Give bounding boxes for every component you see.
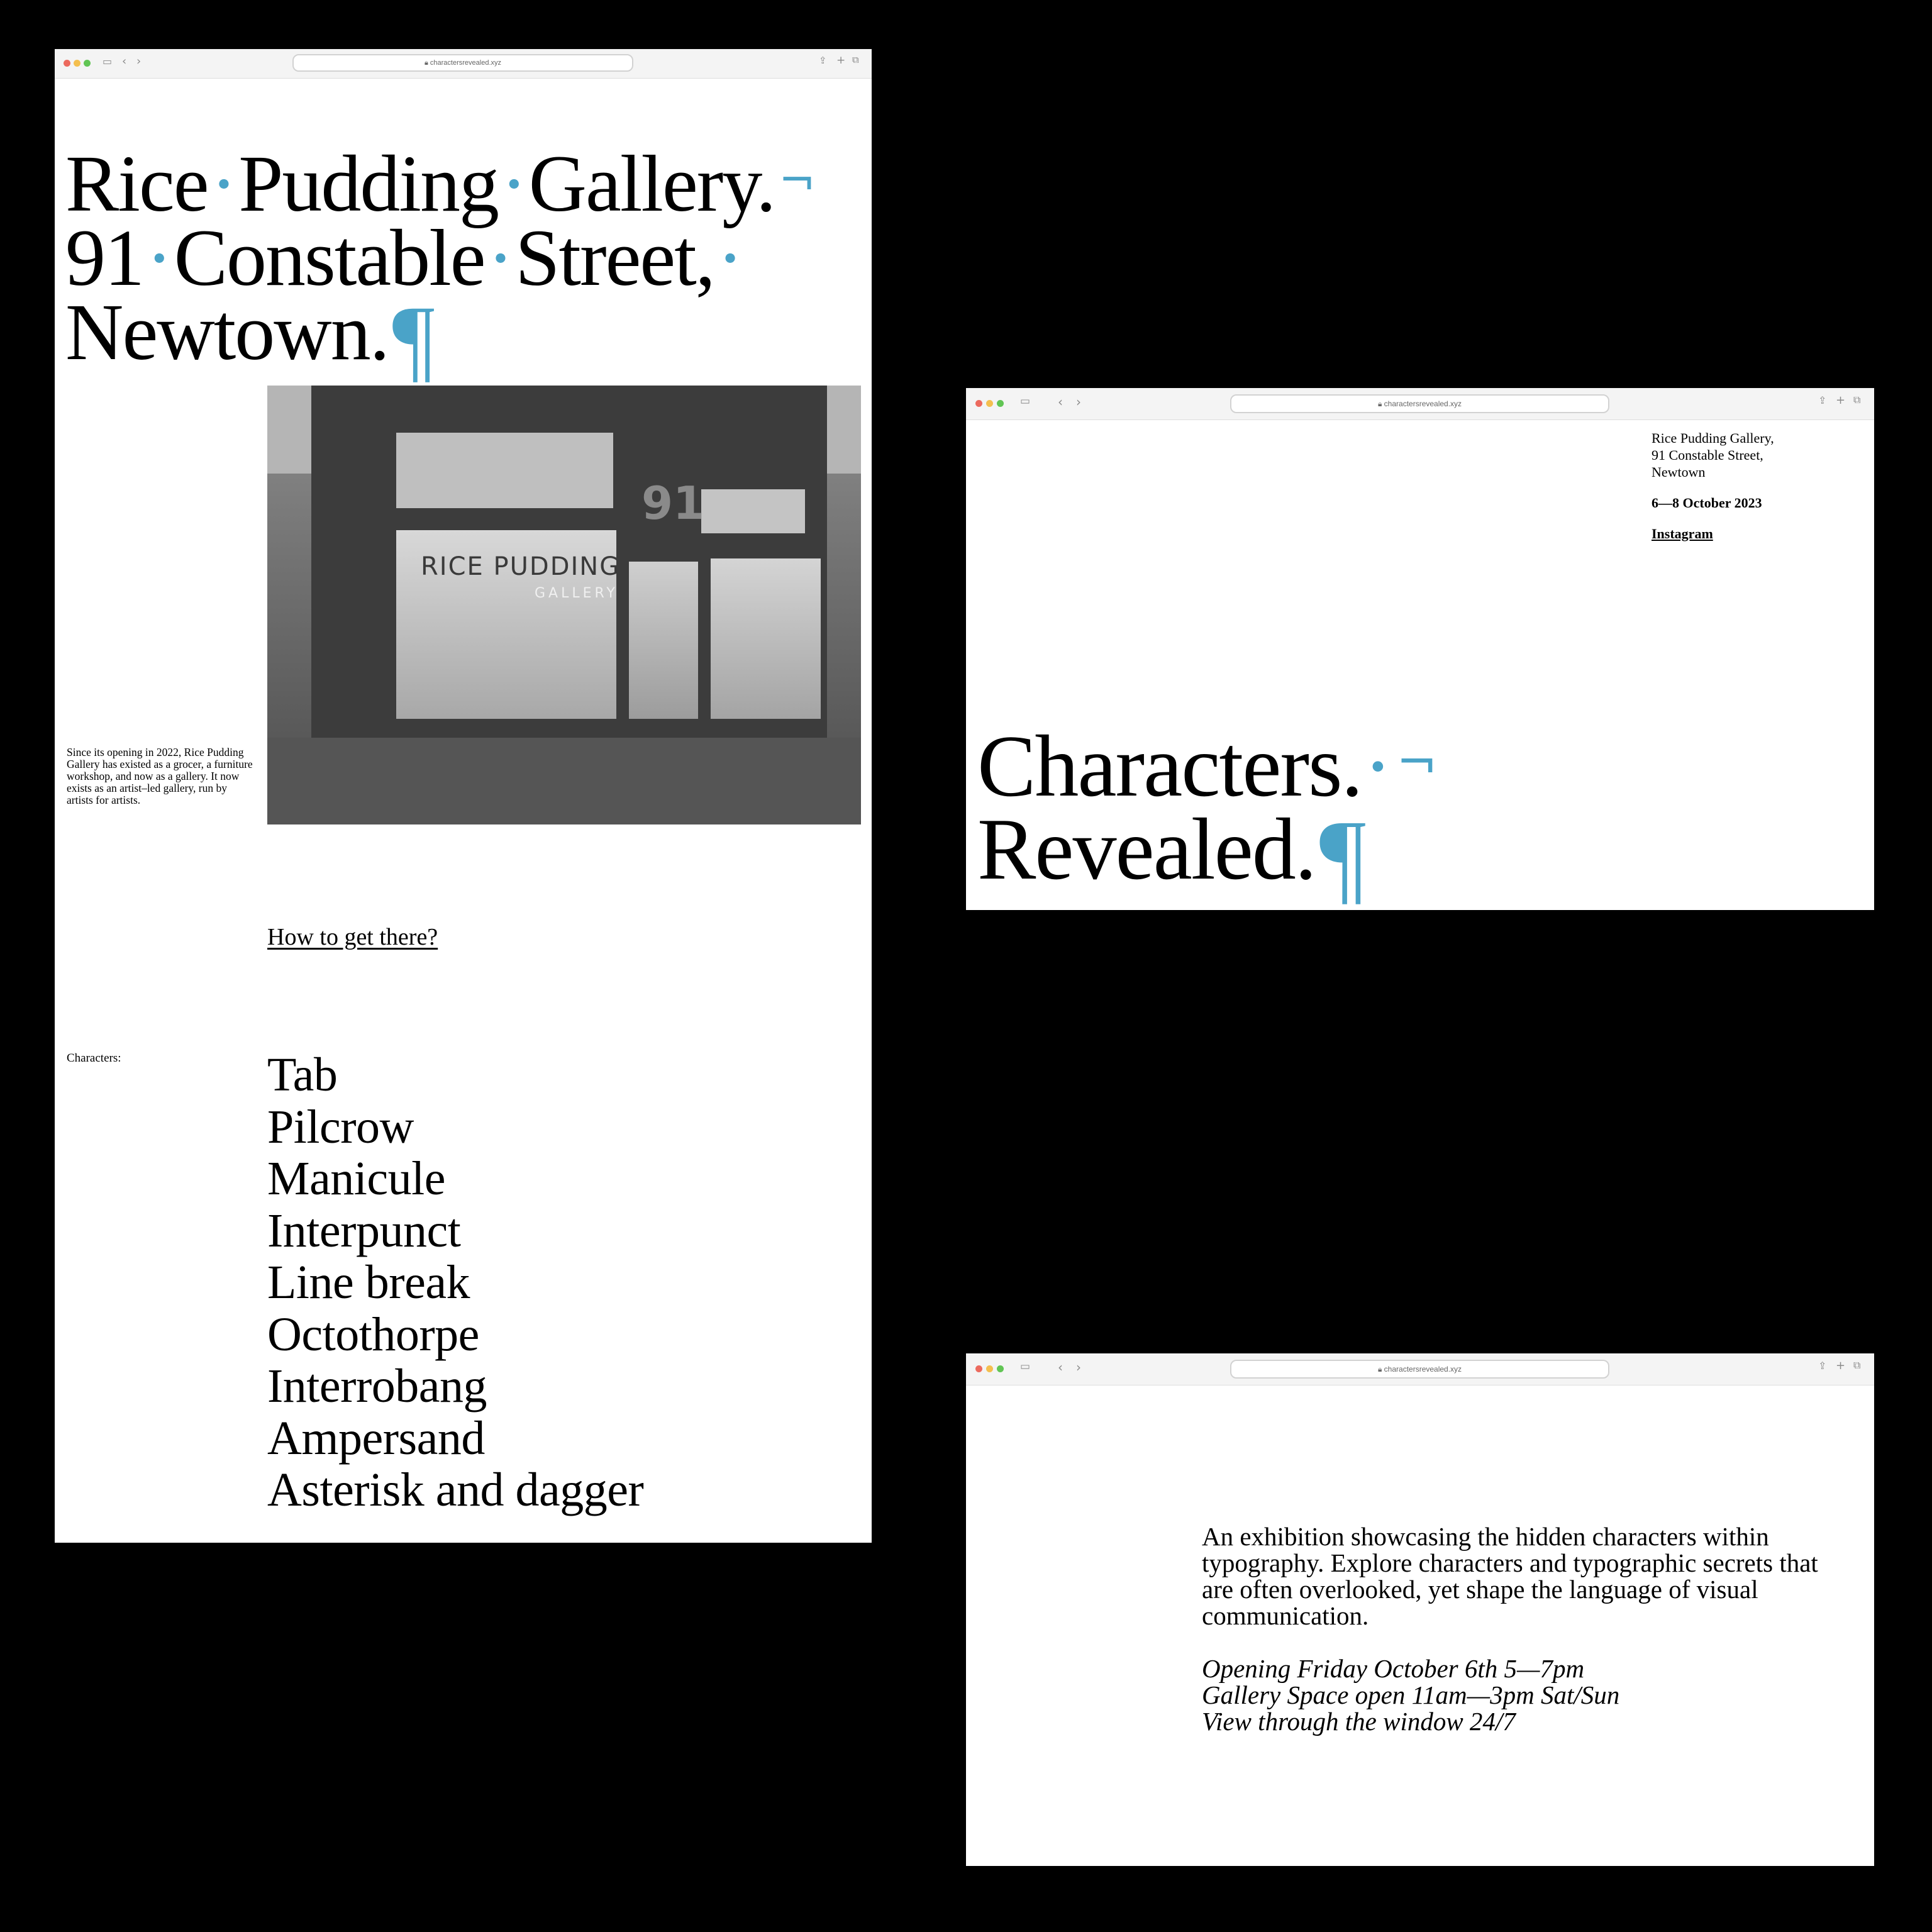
tabs-icon[interactable]: ⧉ bbox=[1853, 1360, 1860, 1370]
photo-upper-window bbox=[701, 489, 805, 533]
opening-hours: Opening Friday October 6th 5—7pm Gallery… bbox=[1202, 1655, 1619, 1735]
interpunct-glyph: · bbox=[1363, 718, 1393, 815]
pilcrow-glyph: ¶ bbox=[1319, 799, 1367, 910]
character-item[interactable]: Ampersand bbox=[267, 1412, 643, 1465]
close-window-button[interactable] bbox=[64, 60, 70, 67]
browser-window-gallery-page: ▭ ‹ › 🔒︎ charactersrevealed.xyz ⇪ + ⧉ Ri… bbox=[55, 49, 872, 1543]
forward-icon[interactable]: › bbox=[1076, 1361, 1081, 1374]
lock-icon: 🔒︎ bbox=[424, 59, 428, 67]
share-icon[interactable]: ⇪ bbox=[1818, 396, 1826, 406]
character-item[interactable]: Interpunct bbox=[267, 1204, 643, 1257]
how-to-get-there-link[interactable]: How to get there? bbox=[267, 923, 438, 951]
new-tab-icon[interactable]: + bbox=[1836, 1360, 1845, 1372]
hours-line: View through the window 24/7 bbox=[1202, 1707, 1516, 1736]
back-icon[interactable]: ‹ bbox=[1058, 1361, 1063, 1374]
interpunct-glyph: · bbox=[487, 213, 514, 303]
share-icon[interactable]: ⇪ bbox=[819, 56, 827, 65]
lock-icon: 🔒︎ bbox=[1377, 399, 1382, 408]
photo-door bbox=[629, 562, 698, 719]
tabs-icon[interactable]: ⧉ bbox=[852, 55, 859, 65]
new-tab-icon[interactable]: + bbox=[1836, 395, 1845, 406]
maximize-window-button[interactable] bbox=[84, 60, 91, 67]
address-line: Rice Pudding Gallery, bbox=[1652, 430, 1774, 446]
event-dates: 6—8 October 2023 bbox=[1652, 495, 1762, 511]
gallery-intro-text: Since its opening in 2022, Rice Pudding … bbox=[67, 746, 253, 806]
characters-list: Tab Pilcrow Manicule Interpunct Line bre… bbox=[267, 1049, 644, 1516]
address-bar[interactable]: 🔒︎ charactersrevealed.xyz bbox=[1230, 1360, 1609, 1379]
gallery-address-title: Rice·Pudding·Gallery.¬ 91·Constable·Stre… bbox=[65, 143, 816, 386]
exhibition-description: An exhibition showcasing the hidden char… bbox=[1202, 1522, 1818, 1630]
minimize-window-button[interactable] bbox=[986, 1365, 993, 1372]
close-window-button[interactable] bbox=[975, 1365, 982, 1372]
url-text: charactersrevealed.xyz bbox=[1384, 399, 1462, 408]
photo-shop-window bbox=[711, 558, 821, 719]
photo-window-sign: RICE PUDDING bbox=[421, 552, 621, 581]
line-break-glyph: ¬ bbox=[779, 155, 816, 206]
character-item[interactable]: Tab bbox=[267, 1049, 643, 1101]
title-word: Street, bbox=[515, 213, 716, 303]
instagram-link[interactable]: Instagram bbox=[1652, 525, 1713, 542]
back-icon[interactable]: ‹ bbox=[122, 56, 126, 67]
tabs-icon[interactable]: ⧉ bbox=[1853, 395, 1860, 405]
photo-street bbox=[267, 738, 861, 824]
minimize-window-button[interactable] bbox=[986, 400, 993, 407]
browser-window-about-page: ▭ ‹ › 🔒︎ charactersrevealed.xyz ⇪ + ⧉ An… bbox=[966, 1353, 1874, 1866]
line-break-glyph: ¬ bbox=[1396, 735, 1437, 791]
exhibition-title: Characters.· ¬ Revealed.¶ bbox=[977, 718, 1438, 909]
photo-upper-window bbox=[396, 433, 613, 508]
title-word: Revealed. bbox=[977, 801, 1317, 898]
hours-line: Gallery Space open 11am—3pm Sat/Sun bbox=[1202, 1680, 1620, 1709]
character-item[interactable]: Interrobang bbox=[267, 1360, 643, 1413]
gallery-storefront-photo: 91 RICE PUDDING GALLERY bbox=[267, 386, 861, 824]
forward-icon[interactable]: › bbox=[1076, 396, 1081, 408]
minimize-window-button[interactable] bbox=[74, 60, 80, 67]
browser-window-home-page: ▭ ‹ › 🔒︎ charactersrevealed.xyz ⇪ + ⧉ Ri… bbox=[966, 388, 1874, 910]
photo-window-sign-sub: GALLERY bbox=[535, 586, 618, 601]
browser-toolbar: ▭ ‹ › 🔒︎ charactersrevealed.xyz ⇪ + ⧉ bbox=[966, 1353, 1874, 1385]
interpunct-glyph: · bbox=[716, 213, 744, 303]
browser-toolbar: ▭ ‹ › 🔒︎ charactersrevealed.xyz ⇪ + ⧉ bbox=[55, 49, 872, 79]
character-item[interactable]: Manicule bbox=[267, 1153, 643, 1205]
share-icon[interactable]: ⇪ bbox=[1818, 1361, 1826, 1371]
url-text: charactersrevealed.xyz bbox=[430, 59, 502, 67]
character-item[interactable]: Pilcrow bbox=[267, 1101, 643, 1153]
browser-toolbar: ▭ ‹ › 🔒︎ charactersrevealed.xyz ⇪ + ⧉ bbox=[966, 388, 1874, 420]
pilcrow-glyph: ¶ bbox=[392, 287, 435, 391]
maximize-window-button[interactable] bbox=[997, 1365, 1004, 1372]
back-icon[interactable]: ‹ bbox=[1058, 396, 1063, 408]
characters-label: Characters: bbox=[67, 1052, 121, 1065]
address-line: Newtown bbox=[1652, 464, 1706, 480]
lock-icon: 🔒︎ bbox=[1377, 1365, 1382, 1374]
photo-street-number: 91 bbox=[641, 477, 705, 530]
sidebar-icon[interactable]: ▭ bbox=[1020, 396, 1030, 407]
title-word: Newtown. bbox=[65, 287, 390, 377]
event-info: Rice Pudding Gallery, 91 Constable Stree… bbox=[1652, 430, 1774, 542]
maximize-window-button[interactable] bbox=[997, 400, 1004, 407]
address-bar[interactable]: 🔒︎ charactersrevealed.xyz bbox=[1230, 394, 1609, 413]
character-item[interactable]: Octothorpe bbox=[267, 1308, 643, 1361]
url-text: charactersrevealed.xyz bbox=[1384, 1365, 1462, 1374]
character-item[interactable]: Asterisk and dagger bbox=[267, 1464, 644, 1516]
forward-icon[interactable]: › bbox=[136, 56, 141, 67]
hours-line: Opening Friday October 6th 5—7pm bbox=[1202, 1654, 1585, 1683]
address-line: 91 Constable Street, bbox=[1652, 447, 1763, 463]
close-window-button[interactable] bbox=[975, 400, 982, 407]
address-bar[interactable]: 🔒︎ charactersrevealed.xyz bbox=[292, 54, 633, 72]
sidebar-icon[interactable]: ▭ bbox=[1020, 1362, 1030, 1372]
sidebar-icon[interactable]: ▭ bbox=[103, 57, 112, 67]
character-item[interactable]: Line break bbox=[267, 1257, 643, 1309]
new-tab-icon[interactable]: + bbox=[836, 55, 845, 66]
